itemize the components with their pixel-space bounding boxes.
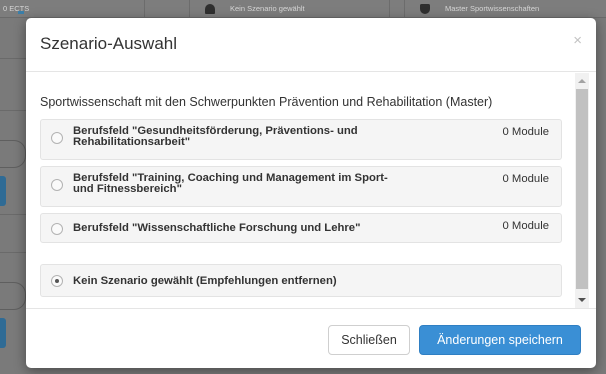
module-count: 0 Module: [502, 173, 549, 185]
background-side-tab: [0, 282, 26, 310]
shield-icon: [420, 4, 430, 14]
dialog-body: Sportwissenschaft mit den Schwerpunkten …: [26, 73, 596, 308]
scenario-option-training[interactable]: Berufsfeld "Training, Coaching und Manag…: [40, 166, 562, 207]
option-label: Berufsfeld "Gesundheitsförderung, Präven…: [73, 125, 358, 148]
scroll-up-icon[interactable]: [578, 79, 586, 83]
background-side-bar: [0, 318, 6, 348]
radio-button[interactable]: [51, 132, 63, 144]
dialog-footer: Schließen Änderungen speichern: [26, 308, 596, 368]
scroll-down-icon[interactable]: [578, 298, 586, 302]
ects-counter: 0 ECTS: [0, 0, 145, 17]
background-side-bar: [0, 176, 6, 206]
dialog-title: Szenario-Auswahl: [40, 34, 178, 53]
close-icon[interactable]: ×: [573, 32, 582, 49]
ects-progress-bar: [18, 11, 24, 14]
scenario-dialog: Szenario-Auswahl × Sportwissenschaft mit…: [26, 18, 596, 368]
background-header: 0 ECTS Kein Szenario gewählt Master Spor…: [0, 0, 606, 18]
scrollbar-thumb[interactable]: [576, 89, 588, 289]
scrollbar[interactable]: [575, 73, 589, 308]
dialog-header: Szenario-Auswahl ×: [26, 18, 596, 72]
study-program-title: Sportwissenschaft mit den Schwerpunkten …: [40, 95, 493, 109]
module-count: 0 Module: [502, 126, 549, 138]
person-icon: [205, 4, 215, 14]
radio-button[interactable]: [51, 223, 63, 235]
scenario-option-research[interactable]: Berufsfeld "Wissenschaftliche Forschung …: [40, 213, 562, 243]
scenario-option-health[interactable]: Berufsfeld "Gesundheitsförderung, Präven…: [40, 119, 562, 160]
option-label: Berufsfeld "Training, Coaching und Manag…: [73, 172, 388, 195]
save-changes-button[interactable]: Änderungen speichern: [419, 325, 581, 355]
radio-button-selected[interactable]: [51, 275, 63, 287]
scenario-option-none[interactable]: Kein Szenario gewählt (Empfehlungen entf…: [40, 264, 562, 297]
program-name: Master Sportwissenschaften: [445, 4, 540, 13]
option-label: Kein Szenario gewählt (Empfehlungen entf…: [73, 275, 337, 287]
option-label: Berufsfeld "Wissenschaftliche Forschung …: [73, 222, 361, 234]
module-count: 0 Module: [502, 220, 549, 232]
radio-button[interactable]: [51, 179, 63, 191]
close-button[interactable]: Schließen: [328, 325, 410, 355]
scenario-status: Kein Szenario gewählt: [190, 0, 390, 17]
background-side-tab: [0, 140, 26, 168]
